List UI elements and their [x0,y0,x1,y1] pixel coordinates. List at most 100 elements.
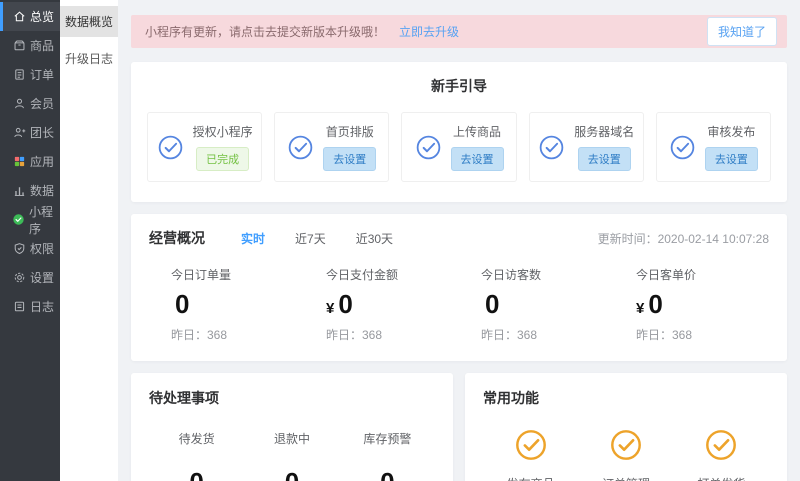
sidebar-item-logs[interactable]: 日志 [0,292,60,321]
guide-title: 新手引导 [147,76,771,96]
sidebar-item-goods[interactable]: 商品 [0,31,60,60]
go-setup-button[interactable]: 去设置 [705,147,758,171]
sidebar-item-apps[interactable]: 应用 [0,147,60,176]
guide-steps: 授权小程序 已完成 首页排版 去设置 [147,112,771,182]
sidebar-item-leaders[interactable]: 团长 [0,118,60,147]
guide-step-server-domain: 服务器域名 去设置 [529,112,644,182]
pending-label: 退款中 [244,430,339,447]
sidebar-item-overview[interactable]: 总览 [0,2,60,31]
sidebar-item-label: 团长 [30,124,54,141]
shield-icon [12,242,26,256]
overview-stats: 今日订单量 0 昨日：368 今日支付金额 ¥0 昨日：368 今日访客数 0 … [149,266,769,343]
tab-last-30-days[interactable]: 近30天 [356,230,393,247]
done-badge[interactable]: 已完成 [196,147,249,171]
check-circle-icon [669,134,696,161]
pending-items-stats: 待发货 0 退款中 0 库存预警 0 [149,430,435,481]
app-window: 总览 商品 订单 会员 团长 [0,0,800,481]
update-notice-bar: 小程序有更新，请点击去提交新版本升级哦！ 立即去升级 我知道了 [131,15,787,48]
stat-label: 今日订单量 [171,266,304,283]
go-upgrade-link[interactable]: 立即去升级 [399,23,459,40]
sidebar-item-members[interactable]: 会员 [0,89,60,118]
bottom-row: 待处理事项 待发货 0 退款中 0 库存预警 0 [131,373,787,481]
shortcut-print-ship[interactable]: 打单发货 [674,428,769,481]
sidebar-item-label: 小程序 [29,203,60,237]
stat-today-payment: 今日支付金额 ¥0 昨日：368 [304,266,459,343]
pending-refunds[interactable]: 退款中 0 [244,430,339,481]
overview-header: 经营概况 实时 近7天 近30天 更新时间：2020-02-14 10:07:2… [149,228,769,248]
stat-yesterday: 昨日：368 [171,326,304,343]
primary-sidebar: 总览 商品 订单 会员 团长 [0,0,60,481]
check-circle-icon [609,428,643,462]
apps-icon [12,155,26,169]
guide-step-review-publish: 审核发布 去设置 [656,112,771,182]
shortcut-publish-goods[interactable]: 发布商品 [483,428,578,481]
stat-value: 0 [171,291,304,317]
go-setup-button[interactable]: 去设置 [578,147,631,171]
check-circle-icon [287,134,314,161]
check-circle-icon [157,134,184,161]
sidebar-item-label: 总览 [30,8,54,25]
check-circle-icon [704,428,738,462]
notice-text: 小程序有更新，请点击去提交新版本升级哦！ [145,23,385,40]
guide-step-label: 上传商品 [453,123,501,140]
sidebar-item-label: 商品 [30,37,54,54]
stock-warnings[interactable]: 库存预警 0 [340,430,435,481]
common-functions-title: 常用功能 [483,388,769,408]
tab-last-7-days[interactable]: 近7天 [295,230,326,247]
guide-step-label: 服务器域名 [574,123,634,140]
sidebar-item-permissions[interactable]: 权限 [0,234,60,263]
check-circle-icon [415,134,442,161]
pending-label: 库存预警 [340,430,435,447]
go-setup-button[interactable]: 去设置 [451,147,504,171]
pending-value: 0 [340,467,435,481]
stat-yesterday: 昨日：368 [326,326,459,343]
guide-step-home-layout: 首页排版 去设置 [274,112,389,182]
main-content: 小程序有更新，请点击去提交新版本升级哦！ 立即去升级 我知道了 新手引导 授权小… [118,0,800,481]
pending-items-title: 待处理事项 [149,388,435,408]
stat-today-avg-order: 今日客单价 ¥0 昨日：368 [614,266,769,343]
sidebar-item-miniprogram[interactable]: 小程序 [0,205,60,234]
overview-tabs: 实时 近7天 近30天 [241,230,393,247]
shortcut-order-management[interactable]: 订单管理 [578,428,673,481]
gear-icon [12,271,26,285]
stat-yesterday: 昨日：368 [481,326,614,343]
guide-step-label: 首页排版 [326,123,374,140]
stat-label: 今日客单价 [636,266,769,283]
business-overview-card: 经营概况 实时 近7天 近30天 更新时间：2020-02-14 10:07:2… [131,214,787,361]
currency-symbol: ¥ [636,300,644,317]
stat-today-visitors: 今日访客数 0 昨日：368 [459,266,614,343]
sidebar-item-label: 会员 [30,95,54,112]
sidebar-item-settings[interactable]: 设置 [0,263,60,292]
guide-step-upload-goods: 上传商品 去设置 [401,112,516,182]
stat-value: 0 [481,291,614,317]
sidebar-item-data[interactable]: 数据 [0,176,60,205]
pending-value: 0 [244,467,339,481]
leader-icon [12,126,26,140]
stat-value: ¥0 [636,291,769,317]
updated-time: 更新时间：2020-02-14 10:07:28 [598,230,769,247]
guide-step-authorize-miniprogram: 授权小程序 已完成 [147,112,262,182]
stat-yesterday: 昨日：368 [636,326,769,343]
guide-step-label: 审核发布 [707,123,755,140]
tab-realtime[interactable]: 实时 [241,230,265,247]
subsidebar-tab-upgrade-log[interactable]: 升级日志 [60,43,118,74]
stat-label: 今日支付金额 [326,266,459,283]
sidebar-item-orders[interactable]: 订单 [0,60,60,89]
goods-icon [12,39,26,53]
sidebar-item-label: 应用 [30,153,54,170]
check-circle-icon [538,134,565,161]
member-icon [12,97,26,111]
secondary-sidebar: 数据概览 升级日志 [60,0,118,481]
go-setup-button[interactable]: 去设置 [323,147,376,171]
overview-title: 经营概况 [149,228,205,248]
miniprogram-icon [12,213,25,227]
logs-icon [12,300,26,314]
pending-to-ship[interactable]: 待发货 0 [149,430,244,481]
shortcut-label: 订单管理 [602,475,650,481]
dismiss-notice-button[interactable]: 我知道了 [707,17,777,46]
subsidebar-tab-data-overview[interactable]: 数据概览 [60,6,118,37]
stat-today-orders: 今日订单量 0 昨日：368 [149,266,304,343]
check-circle-icon [514,428,548,462]
stat-value: ¥0 [326,291,459,317]
shortcut-label: 发布商品 [507,475,555,481]
